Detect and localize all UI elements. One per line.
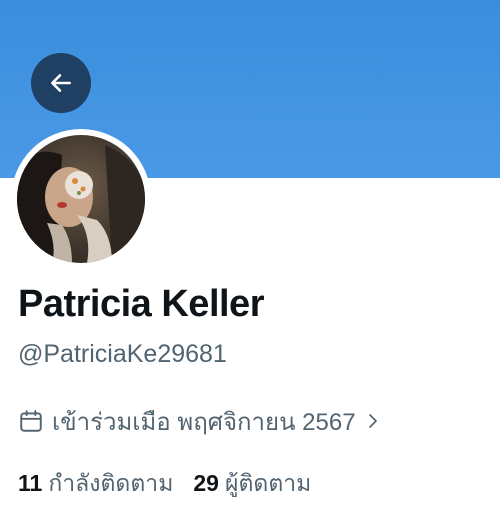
arrow-left-icon bbox=[51, 74, 71, 92]
joined-label: เข้าร่วมเมือ พฤศจิกายน 2567 bbox=[52, 408, 356, 436]
avatar-photo bbox=[17, 135, 145, 263]
back-button[interactable] bbox=[31, 53, 91, 113]
calendar-icon bbox=[20, 410, 42, 432]
following-link[interactable]: 11 กำลังติดตาม bbox=[18, 466, 173, 502]
profile-handle: @PatriciaKe29681 bbox=[18, 340, 227, 368]
avatar[interactable] bbox=[11, 129, 151, 269]
followers-label: ผู้ติดตาม bbox=[224, 470, 312, 496]
chevron-right-icon bbox=[368, 414, 377, 428]
follow-stats: 11 กำลังติดตาม 29 ผู้ติดตาม bbox=[18, 466, 311, 502]
followers-link[interactable]: 29 ผู้ติดตาม bbox=[193, 466, 311, 502]
followers-count: 29 bbox=[193, 470, 219, 496]
profile-name: Patricia Keller bbox=[18, 283, 264, 325]
joined-date[interactable]: เข้าร่วมเมือ พฤศจิกายน 2567 bbox=[18, 404, 382, 438]
following-label: กำลังติดตาม bbox=[48, 470, 174, 496]
following-count: 11 bbox=[18, 470, 43, 496]
